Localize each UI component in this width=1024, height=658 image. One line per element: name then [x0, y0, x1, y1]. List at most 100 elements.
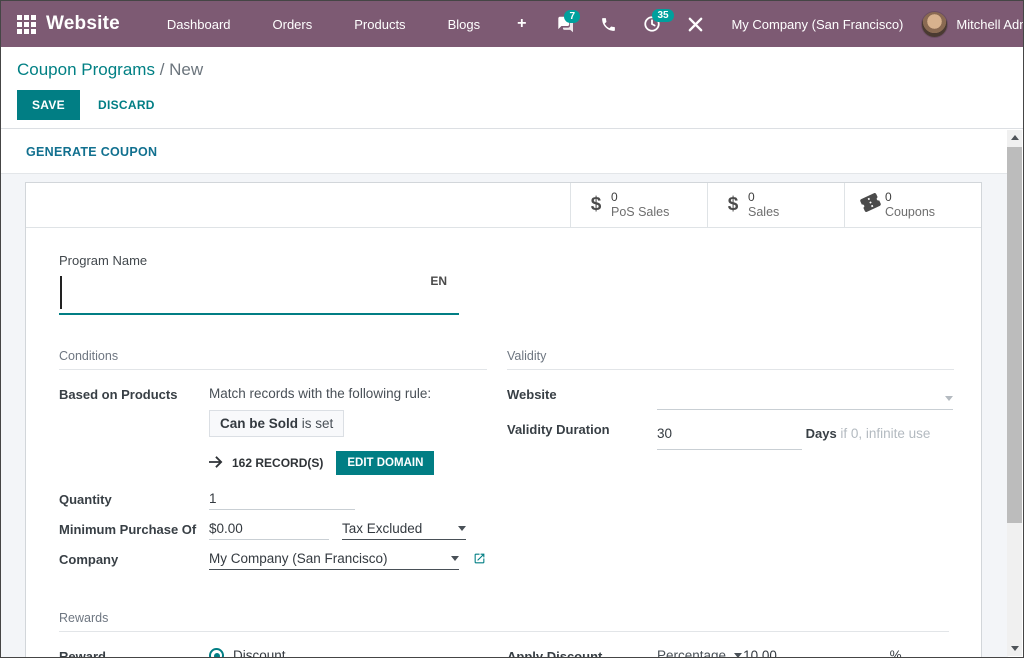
domain-rule-chip[interactable]: Can be Sold is set: [209, 410, 344, 437]
stat-button-pos-sales[interactable]: $ 0 PoS Sales: [570, 183, 707, 227]
stat-button-sales[interactable]: $ 0 Sales: [707, 183, 844, 227]
minimum-purchase-input[interactable]: $0.00: [209, 521, 329, 540]
radio-selected-icon: [209, 648, 224, 657]
website-label: Website: [507, 386, 657, 410]
messages-badge: 7: [564, 10, 580, 23]
rewards-section-title: Rewards: [59, 611, 949, 632]
domain-rule-field: Can be Sold: [220, 416, 298, 431]
app-window: Website Dashboard Orders Products Blogs …: [0, 0, 1024, 658]
reward-label: Reward: [59, 648, 209, 657]
stat-label: PoS Sales: [611, 205, 669, 221]
language-badge[interactable]: EN: [430, 274, 447, 288]
phone-button[interactable]: [587, 8, 630, 41]
scrollbar-thumb[interactable]: [1007, 147, 1022, 523]
breadcrumb-parent-link[interactable]: Coupon Programs: [17, 60, 155, 79]
company-label: Company: [59, 551, 209, 570]
quantity-input[interactable]: 1: [209, 491, 355, 510]
company-select[interactable]: My Company (San Francisco): [209, 551, 459, 570]
discount-widget: Percentage 10.00: [657, 648, 872, 657]
user-name: Mitchell Admin: [956, 17, 1024, 32]
validity-section-title: Validity: [507, 349, 954, 370]
caret-down-icon: [734, 653, 742, 657]
edit-domain-button[interactable]: EDIT DOMAIN: [336, 451, 434, 475]
save-button[interactable]: SAVE: [17, 90, 80, 120]
quantity-label: Quantity: [59, 491, 209, 510]
reward-group: Reward Discount Free Product: [59, 648, 487, 657]
validity-duration-label: Validity Duration: [507, 421, 657, 451]
nav-right: 7 35 My Company (San Francisco): [542, 7, 1024, 41]
company-switcher[interactable]: My Company (San Francisco): [717, 17, 921, 32]
caret-down-icon: [458, 526, 466, 531]
dollar-icon: $: [718, 194, 748, 216]
discount-type-value: Percentage: [657, 648, 726, 657]
based-on-products-label: Based on Products: [59, 386, 209, 475]
caret-down-icon: [945, 396, 953, 401]
duration-unit-label: Days: [806, 426, 837, 441]
activities-badge: 35: [652, 9, 673, 22]
stat-button-row: $ 0 PoS Sales $ 0 Sales: [26, 183, 981, 228]
records-count-link[interactable]: 162 RECORD(S): [232, 456, 323, 470]
breadcrumb-current: New: [169, 60, 203, 79]
stat-value: 0: [611, 190, 669, 205]
domain-intro-text: Match records with the following rule:: [209, 386, 487, 401]
conditions-group: Conditions Based on Products Match recor…: [59, 349, 487, 581]
app-brand[interactable]: Website: [46, 13, 120, 35]
top-navbar: Website Dashboard Orders Products Blogs …: [1, 1, 1023, 47]
reward-option-discount[interactable]: Discount: [209, 648, 487, 657]
text-cursor: [60, 276, 62, 309]
website-select[interactable]: [657, 391, 953, 410]
stat-value: 0: [885, 190, 935, 205]
breadcrumb: Coupon Programs / New: [17, 60, 1007, 80]
phone-icon: [600, 16, 617, 33]
program-name-label: Program Name: [59, 253, 459, 268]
apply-discount-label: Apply Discount: [507, 648, 657, 657]
scroll-up-button[interactable]: [1007, 130, 1022, 145]
user-avatar: [921, 11, 948, 38]
caret-down-icon: [451, 556, 459, 561]
program-name-input[interactable]: EN: [59, 271, 459, 315]
domain-widget: Match records with the following rule: C…: [209, 386, 487, 475]
nav-item-blogs[interactable]: Blogs: [427, 3, 502, 46]
nav-item-dashboard[interactable]: Dashboard: [146, 3, 252, 46]
minimum-purchase-label: Minimum Purchase Of: [59, 521, 209, 540]
nav-item-orders[interactable]: Orders: [252, 3, 334, 46]
generate-coupon-button[interactable]: GENERATE COUPON: [26, 145, 157, 159]
user-menu[interactable]: Mitchell Admin: [921, 11, 1024, 38]
action-buttons-row: SAVE DISCARD: [17, 90, 1007, 120]
validity-duration-input[interactable]: 30: [657, 421, 802, 451]
discount-type-select[interactable]: Percentage: [657, 648, 743, 657]
triangle-up-icon: [1011, 135, 1019, 140]
nav-item-products[interactable]: Products: [333, 3, 426, 46]
stat-label: Sales: [748, 205, 779, 221]
discard-button[interactable]: DISCARD: [98, 98, 155, 112]
nav-new-content-button[interactable]: +: [501, 3, 542, 45]
duration-hint-text: if 0, infinite use: [840, 426, 930, 441]
nav-left: Website Dashboard Orders Products Blogs …: [11, 3, 542, 46]
domain-rule-operator: is set: [298, 416, 333, 431]
discount-group: Apply Discount Percentage10.00 % Discoun…: [507, 648, 954, 657]
company-value: My Company (San Francisco): [209, 551, 388, 566]
triangle-down-icon: [1011, 646, 1019, 651]
scroll-down-button[interactable]: [1007, 641, 1022, 656]
control-panel: Coupon Programs / New SAVE DISCARD: [1, 47, 1023, 129]
apps-menu-icon[interactable]: [17, 15, 36, 34]
dollar-icon: $: [581, 194, 611, 216]
stat-label: Coupons: [885, 205, 935, 221]
conditions-section-title: Conditions: [59, 349, 487, 370]
tax-mode-value: Tax Excluded: [342, 521, 422, 536]
messages-button[interactable]: 7: [542, 8, 587, 41]
tools-button[interactable]: [674, 8, 717, 41]
stat-button-coupons[interactable]: 0 Coupons: [844, 183, 981, 227]
form-body: Program Name EN Conditions Based on Prod…: [26, 228, 981, 657]
discount-value-input[interactable]: 10.00: [743, 648, 777, 657]
stat-value: 0: [748, 190, 779, 205]
breadcrumb-separator: /: [160, 60, 169, 79]
tax-mode-select[interactable]: Tax Excluded: [342, 521, 466, 540]
ticket-icon: [855, 192, 885, 219]
activities-button[interactable]: 35: [630, 7, 674, 41]
external-link-icon[interactable]: [469, 553, 486, 568]
vertical-scrollbar[interactable]: [1007, 130, 1022, 656]
arrow-right-icon: [209, 456, 223, 471]
tools-icon: [687, 16, 704, 33]
reward-option-label: Discount: [233, 648, 286, 657]
